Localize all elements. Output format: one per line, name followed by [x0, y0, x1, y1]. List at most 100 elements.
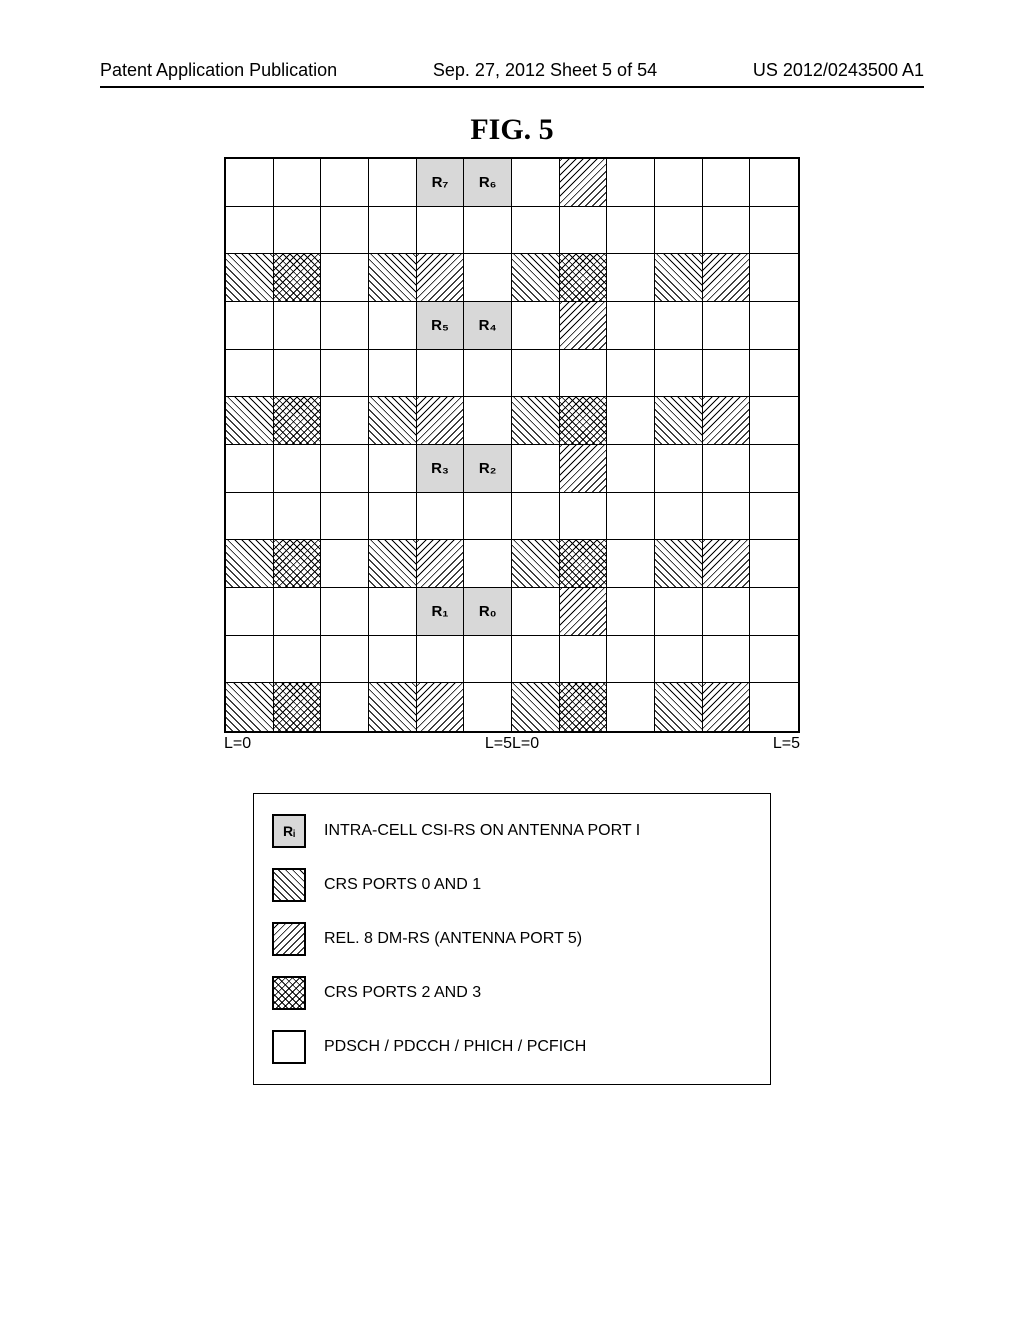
grid-cell — [655, 254, 703, 302]
grid-cell — [750, 636, 798, 684]
grid-cell — [321, 636, 369, 684]
grid-cell — [321, 207, 369, 255]
grid-cell — [655, 493, 703, 541]
grid-cell: R₃ — [417, 445, 465, 493]
grid-cell — [607, 683, 655, 731]
header-right: US 2012/0243500 A1 — [753, 60, 924, 81]
grid-cell — [750, 493, 798, 541]
grid-cell — [321, 683, 369, 731]
grid-cell — [703, 350, 751, 398]
grid-cell — [369, 350, 417, 398]
grid-cell — [226, 636, 274, 684]
grid-cell — [369, 445, 417, 493]
grid-cell — [274, 636, 322, 684]
grid-cell — [321, 254, 369, 302]
legend-label-crs23: CRS PORTS 2 AND 3 — [324, 984, 481, 1002]
legend-swatch-blank — [272, 1030, 306, 1064]
grid-cell — [512, 493, 560, 541]
legend-swatch-dmrs — [272, 922, 306, 956]
grid-cell — [560, 350, 608, 398]
grid-cell — [560, 636, 608, 684]
grid-cell — [369, 207, 417, 255]
grid-cell — [750, 159, 798, 207]
grid-cell — [512, 397, 560, 445]
grid-cell — [369, 397, 417, 445]
legend-swatch-crs23 — [272, 976, 306, 1010]
grid-cell — [321, 350, 369, 398]
grid-cell: R₂ — [464, 445, 512, 493]
grid-cell — [607, 159, 655, 207]
grid-cell — [274, 254, 322, 302]
legend-label-crs01: CRS PORTS 0 AND 1 — [324, 876, 481, 894]
legend: Rᵢ INTRA-CELL CSI-RS ON ANTENNA PORT I C… — [253, 793, 771, 1085]
header-left: Patent Application Publication — [100, 60, 337, 81]
grid-cell — [321, 588, 369, 636]
grid-cell — [607, 302, 655, 350]
grid-cell — [703, 397, 751, 445]
grid-cell — [369, 302, 417, 350]
grid-cell — [655, 207, 703, 255]
grid-cell — [464, 350, 512, 398]
grid-cell — [417, 683, 465, 731]
grid-cell — [274, 302, 322, 350]
x-axis-labels: L=0 L=5 L=0 L=5 — [224, 735, 800, 753]
grid-cell — [512, 683, 560, 731]
grid-cell — [417, 254, 465, 302]
grid-cell — [750, 350, 798, 398]
grid-cell — [464, 207, 512, 255]
legend-swatch-crs01 — [272, 868, 306, 902]
page: Patent Application Publication Sep. 27, … — [0, 0, 1024, 1320]
grid-cell — [369, 683, 417, 731]
grid-cell — [607, 254, 655, 302]
grid-cell — [321, 397, 369, 445]
axis-L5-left: L=5 — [464, 735, 512, 753]
grid-cell — [321, 159, 369, 207]
grid-cell — [703, 493, 751, 541]
grid-cell — [464, 493, 512, 541]
grid-wrap: R₇R₆R₅R₄R₃R₂R₁R₀ L=0 L=5 L=0 L=5 Rᵢ INTR… — [100, 157, 924, 1085]
grid-cell — [369, 159, 417, 207]
grid-cell — [750, 302, 798, 350]
grid-cell — [607, 588, 655, 636]
grid-cell — [512, 636, 560, 684]
grid-cell — [703, 588, 751, 636]
grid-cell — [464, 683, 512, 731]
axis-L0-left: L=0 — [224, 735, 272, 753]
grid-cell — [560, 159, 608, 207]
grid-cell — [607, 397, 655, 445]
grid-cell — [607, 636, 655, 684]
grid-cell — [512, 159, 560, 207]
grid-cell: R₁ — [417, 588, 465, 636]
grid-cell: R₆ — [464, 159, 512, 207]
grid-cell — [560, 254, 608, 302]
grid-cell: R₀ — [464, 588, 512, 636]
grid-cell — [750, 540, 798, 588]
grid-cell — [703, 159, 751, 207]
grid-cell — [607, 207, 655, 255]
grid-cell — [274, 159, 322, 207]
grid-cell — [750, 207, 798, 255]
resource-grid: R₇R₆R₅R₄R₃R₂R₁R₀ — [224, 157, 800, 733]
grid-cell — [226, 540, 274, 588]
grid-cell — [607, 493, 655, 541]
legend-swatch-csi-rs: Rᵢ — [272, 814, 306, 848]
grid-cell — [703, 254, 751, 302]
grid-cell — [750, 397, 798, 445]
grid-cell — [560, 445, 608, 493]
legend-row-dmrs: REL. 8 DM-RS (ANTENNA PORT 5) — [272, 922, 752, 956]
legend-row-crs23: CRS PORTS 2 AND 3 — [272, 976, 752, 1010]
grid-cell — [464, 397, 512, 445]
grid-cell — [369, 588, 417, 636]
grid-cell — [655, 159, 703, 207]
grid-cell — [655, 445, 703, 493]
grid-cell: R₄ — [464, 302, 512, 350]
grid-cell — [226, 445, 274, 493]
grid-cell — [274, 493, 322, 541]
grid-cell — [607, 540, 655, 588]
grid-cell — [512, 588, 560, 636]
grid-cell — [464, 636, 512, 684]
grid-cell: R₅ — [417, 302, 465, 350]
grid-cell — [274, 588, 322, 636]
grid-cell — [655, 588, 703, 636]
grid-cell — [560, 493, 608, 541]
